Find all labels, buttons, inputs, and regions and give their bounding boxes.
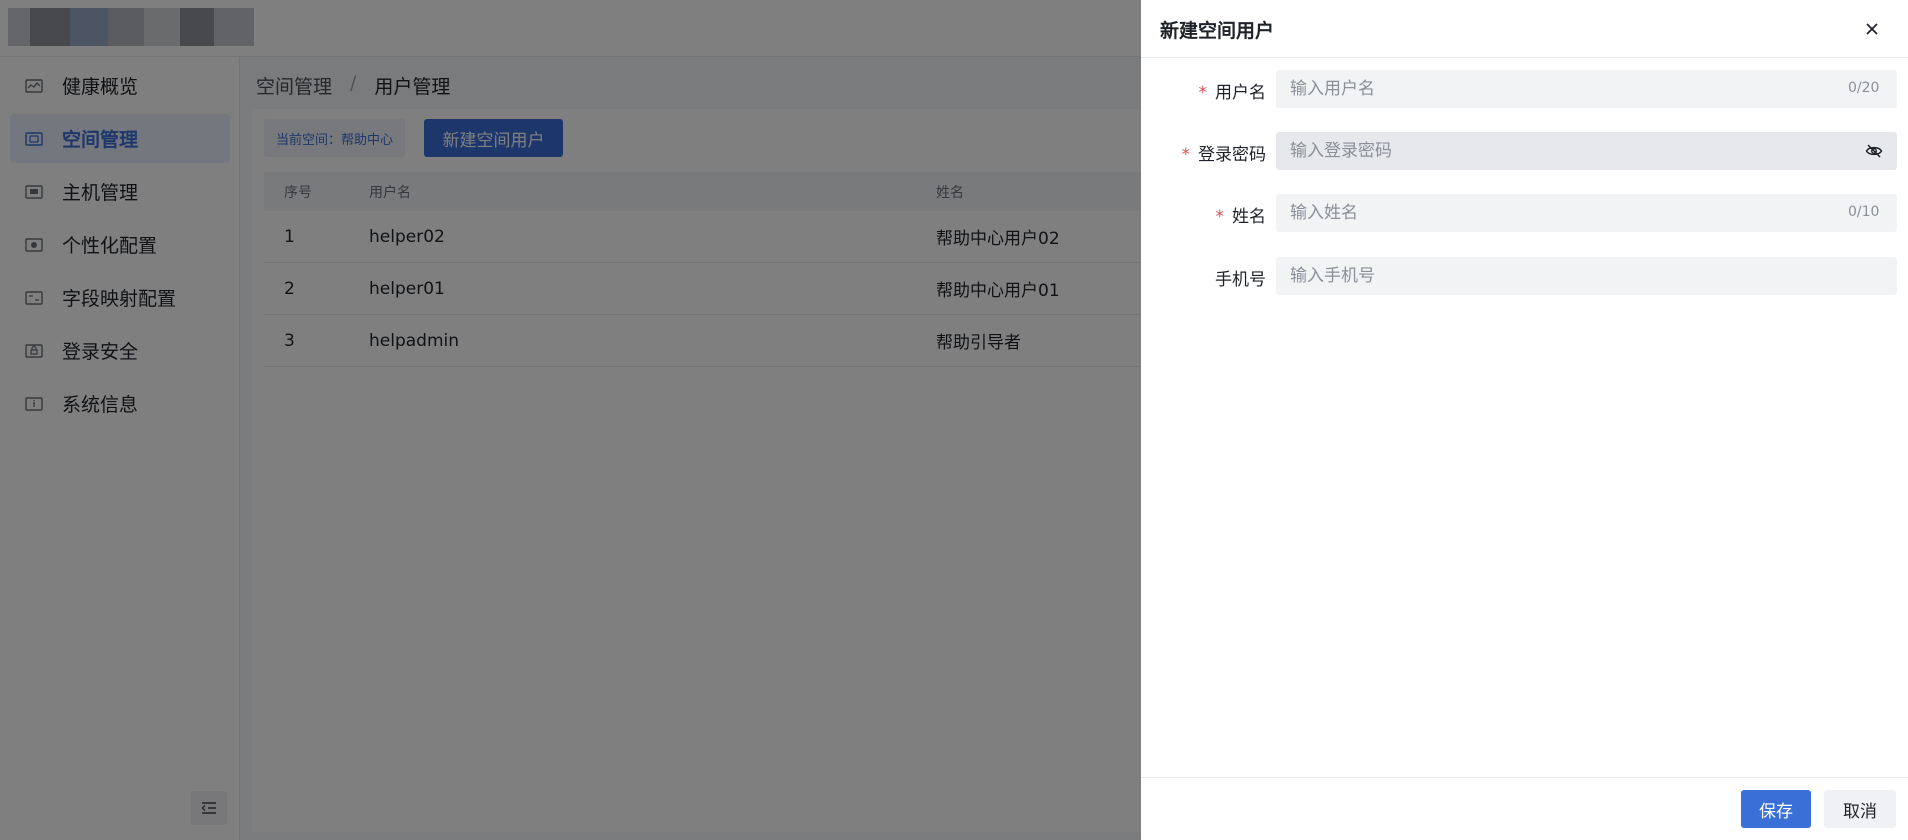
drawer-header: 新建空间用户 [1141, 0, 1908, 58]
eye-off-icon [1865, 144, 1883, 158]
name-input[interactable] [1276, 194, 1897, 232]
username-input[interactable] [1276, 70, 1897, 108]
cancel-button[interactable]: 取消 [1824, 790, 1896, 828]
phone-row: 手机号 [1141, 257, 1908, 295]
drawer-footer: 保存 取消 [1141, 777, 1908, 840]
close-icon [1866, 23, 1878, 35]
required-mark: * [1215, 207, 1225, 227]
name-label: * 姓名 [1215, 207, 1267, 227]
name-char-counter: 0/10 [1848, 204, 1880, 220]
phone-input[interactable] [1276, 257, 1897, 295]
required-mark: * [1198, 83, 1208, 103]
name-row: *姓名 0/10 [1141, 194, 1908, 232]
close-button[interactable] [1861, 18, 1883, 40]
password-label: * 登录密码 [1181, 145, 1267, 165]
new-user-drawer: 新建空间用户 *用户名 0/20 *登录密码 *姓名 0/10 手机号 保存 取… [1141, 0, 1908, 840]
phone-label: 手机号 [1215, 270, 1266, 290]
toggle-password-visibility[interactable] [1864, 141, 1884, 161]
password-input[interactable] [1276, 132, 1897, 170]
save-button[interactable]: 保存 [1741, 790, 1811, 828]
username-char-counter: 0/20 [1848, 80, 1880, 96]
username-row: *用户名 0/20 [1141, 70, 1908, 108]
required-mark: * [1181, 145, 1191, 165]
drawer-title: 新建空间用户 [1160, 20, 1275, 42]
password-row: * 登录密码 [1141, 132, 1908, 170]
username-label: * 用户名 [1198, 83, 1267, 103]
